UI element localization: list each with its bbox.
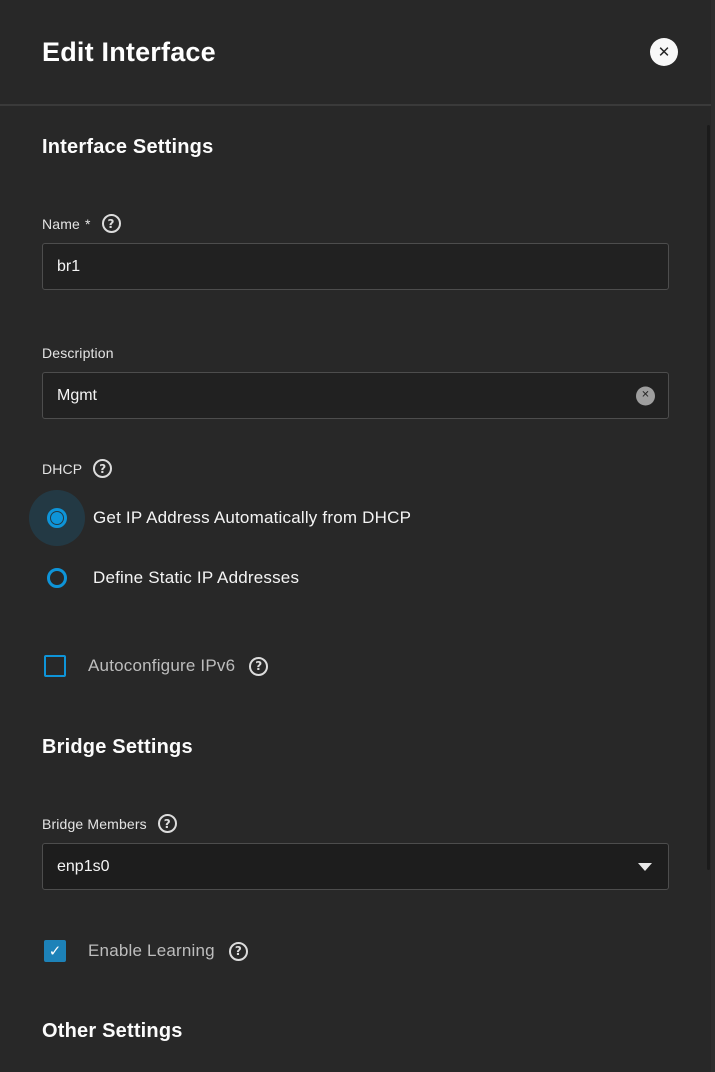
bridge-settings-heading: Bridge Settings	[42, 734, 669, 760]
description-input[interactable]	[42, 372, 669, 419]
radio-static-ip[interactable]: Define Static IP Addresses	[29, 550, 669, 606]
bridge-members-select[interactable]: enp1s0	[42, 843, 669, 890]
name-input[interactable]	[42, 243, 669, 290]
panel-content: Interface Settings Name * ? Description …	[0, 134, 715, 1044]
other-settings-heading: Other Settings	[42, 1018, 669, 1044]
panel-title: Edit Interface	[42, 37, 650, 68]
name-help-icon[interactable]: ?	[102, 214, 121, 233]
checkbox-icon: ✓	[44, 655, 66, 677]
radio-dhcp-automatic[interactable]: Get IP Address Automatically from DHCP	[29, 490, 669, 546]
dhcp-label-row: DHCP ?	[42, 459, 669, 478]
scrollbar-thumb[interactable]	[707, 125, 710, 870]
description-label-row: Description	[42, 343, 669, 362]
radio-dhcp-automatic-label: Get IP Address Automatically from DHCP	[93, 508, 411, 528]
bridge-members-help-icon[interactable]: ?	[158, 814, 177, 833]
radio-icon	[47, 568, 67, 588]
panel-right-edge	[711, 0, 715, 1072]
radio-halo	[29, 490, 85, 546]
name-label: Name	[42, 216, 80, 232]
name-label-row: Name * ?	[42, 214, 669, 233]
description-label: Description	[42, 345, 114, 361]
bridge-members-label: Bridge Members	[42, 816, 147, 832]
radio-icon	[47, 508, 67, 528]
edit-interface-panel: Edit Interface ✕ Interface Settings Name…	[0, 0, 715, 1072]
dhcp-label: DHCP	[42, 461, 82, 477]
clear-icon[interactable]: ✕	[636, 386, 655, 405]
radio-dot	[51, 572, 63, 584]
radio-dot	[51, 512, 63, 524]
radio-static-ip-label: Define Static IP Addresses	[93, 568, 299, 588]
checkbox-autoconfigure-ipv6[interactable]: ✓ Autoconfigure IPv6 ?	[44, 655, 669, 677]
close-icon[interactable]: ✕	[650, 38, 678, 66]
name-input-wrap	[42, 243, 669, 290]
enable-learning-label: Enable Learning	[88, 941, 215, 961]
checkbox-icon: ✓	[44, 940, 66, 962]
checkbox-enable-learning[interactable]: ✓ Enable Learning ?	[44, 940, 669, 962]
interface-settings-heading: Interface Settings	[42, 134, 669, 160]
dhcp-help-icon[interactable]: ?	[93, 459, 112, 478]
autoconfigure-ipv6-help-icon[interactable]: ?	[249, 657, 268, 676]
bridge-members-label-row: Bridge Members ?	[42, 814, 669, 833]
radio-halo	[29, 550, 85, 606]
bridge-members-value: enp1s0	[57, 858, 110, 876]
autoconfigure-ipv6-label: Autoconfigure IPv6	[88, 656, 235, 676]
chevron-down-icon	[638, 863, 652, 871]
description-input-wrap: ✕	[42, 372, 669, 419]
required-marker: *	[85, 216, 91, 232]
enable-learning-help-icon[interactable]: ?	[229, 942, 248, 961]
panel-header: Edit Interface ✕	[0, 0, 715, 106]
